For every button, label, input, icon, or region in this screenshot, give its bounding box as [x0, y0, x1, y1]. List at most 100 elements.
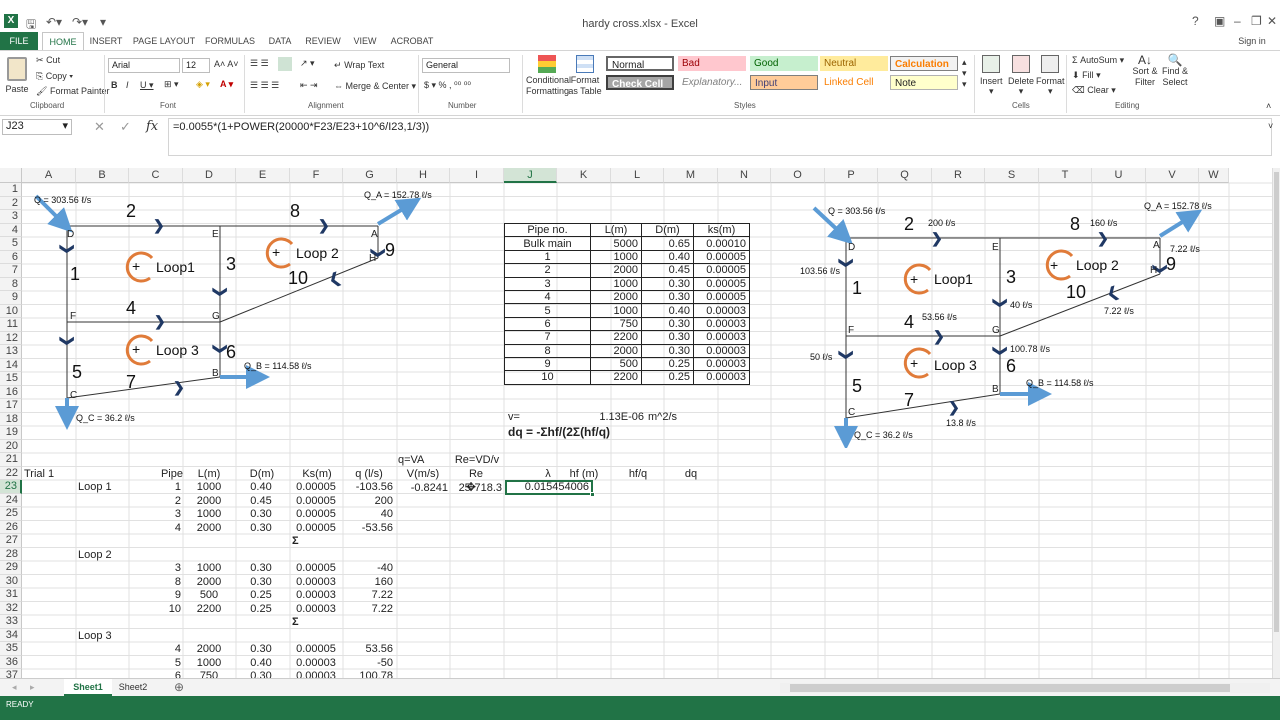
pipe-table-cell[interactable]: 500: [590, 356, 642, 372]
paste-button[interactable]: Paste: [4, 55, 30, 99]
format-as-table-button[interactable]: Format as Table: [566, 55, 604, 97]
enter-icon[interactable]: ✓: [120, 119, 131, 135]
tab-file[interactable]: FILE: [0, 32, 38, 50]
italic-button[interactable]: I: [126, 80, 129, 90]
row-header[interactable]: 15: [0, 372, 22, 386]
row-header[interactable]: 35: [0, 642, 22, 656]
loop-cell[interactable]: 9: [129, 589, 181, 602]
column-header[interactable]: S: [985, 168, 1039, 183]
sort-filter-button[interactable]: A↓ Sort & Filter: [1130, 54, 1160, 88]
loop-cell[interactable]: 4: [129, 522, 181, 535]
horizontal-scrollbar[interactable]: [780, 683, 1270, 693]
loop-cell[interactable]: 8: [129, 576, 181, 589]
row-header[interactable]: 21: [0, 453, 22, 467]
loop-cell[interactable]: 1000: [183, 508, 235, 521]
grow-font-icon[interactable]: A˄ A˅: [214, 59, 239, 69]
row-header[interactable]: 2: [0, 196, 22, 210]
underline-button[interactable]: U ▾: [140, 80, 154, 91]
column-header[interactable]: G: [343, 168, 397, 183]
fill-button[interactable]: ⬇ Fill ▾: [1072, 70, 1101, 81]
tab-view[interactable]: VIEW: [350, 32, 380, 50]
column-header[interactable]: U: [1092, 168, 1146, 183]
copy-button[interactable]: ⎘ Copy ▾: [36, 71, 73, 82]
style-explanatory[interactable]: Explanatory...: [678, 75, 746, 90]
accounting-icon[interactable]: $ ▾ % , ⁰⁰ ⁰⁰: [424, 80, 471, 91]
loop-cell[interactable]: 2: [129, 495, 181, 508]
select-all-corner[interactable]: [0, 168, 22, 183]
pipe-table-cell[interactable]: 5000: [590, 236, 642, 251]
h-scroll-thumb[interactable]: [790, 684, 1230, 692]
pipe-table-cell[interactable]: 2200: [590, 370, 642, 385]
pipe-table-cell[interactable]: 0.65: [641, 236, 694, 251]
pipe-table-cell[interactable]: 0.00005: [693, 276, 750, 291]
loop-cell[interactable]: 0.40: [236, 481, 286, 494]
next-sheet-icon[interactable]: ▸: [30, 682, 35, 693]
loop-cell[interactable]: 2000: [183, 576, 235, 589]
pipe-table-cell[interactable]: 2: [504, 263, 591, 278]
prev-sheet-icon[interactable]: ◂: [12, 682, 17, 693]
loop-cell[interactable]: 3: [129, 508, 181, 521]
pipe-table-cell[interactable]: 0.00003: [693, 303, 750, 318]
pipe-table-cell[interactable]: 7: [504, 330, 591, 345]
loop-cell[interactable]: 0.00005: [290, 562, 342, 575]
collapse-ribbon-icon[interactable]: ˄: [1266, 101, 1271, 111]
loop-cell[interactable]: 1: [129, 481, 181, 494]
loop-cell[interactable]: 0.00005: [290, 495, 342, 508]
loop-cell[interactable]: 0.30: [236, 643, 286, 656]
row-header[interactable]: 9: [0, 291, 22, 305]
loop-cell[interactable]: 0.30: [236, 522, 286, 535]
column-header[interactable]: I: [450, 168, 504, 183]
pipe-table-cell[interactable]: 5: [504, 303, 591, 318]
loop-cell[interactable]: 1000: [183, 481, 235, 494]
loop-cell[interactable]: 0.45: [236, 495, 286, 508]
column-header[interactable]: K: [557, 168, 611, 183]
pipe-table-cell[interactable]: 0.00003: [693, 316, 750, 332]
loop-cell[interactable]: 40: [343, 508, 393, 521]
style-calculation[interactable]: Calculation: [890, 56, 958, 71]
fill-color-icon[interactable]: ◈ ▾: [196, 79, 210, 90]
loop-cell[interactable]: 0.00005: [290, 481, 342, 494]
pipe-table-cell[interactable]: 0.30: [641, 289, 694, 305]
styles-scroll-icon[interactable]: ▴ ▾ ▾: [962, 57, 967, 90]
pipe-table-cell[interactable]: 0.00005: [693, 249, 750, 265]
loop-cell[interactable]: 0.00003: [290, 657, 342, 670]
align-left-icon[interactable]: ☰ ☰ ☰: [250, 80, 279, 91]
pipe-table-cell[interactable]: 1000: [590, 276, 642, 291]
loop-cell[interactable]: 160: [343, 576, 393, 589]
loop-cell[interactable]: 10: [129, 603, 181, 616]
pipe-table-cell[interactable]: 2000: [590, 343, 642, 358]
pipe-table-cell[interactable]: 9: [504, 356, 591, 372]
align-bottom-icon[interactable]: [278, 57, 292, 71]
close-icon[interactable]: ✕: [1267, 14, 1277, 28]
column-header[interactable]: H: [397, 168, 450, 183]
style-note[interactable]: Note: [890, 75, 958, 90]
loop-cell[interactable]: 2000: [183, 643, 235, 656]
row-header[interactable]: 36: [0, 655, 22, 669]
format-painter-button[interactable]: 🖌 Format Painter: [36, 86, 109, 97]
wrap-text-button[interactable]: ↵ Wrap Text: [334, 60, 384, 71]
pipe-table-cell[interactable]: 0.00003: [693, 330, 750, 345]
column-header[interactable]: V: [1146, 168, 1199, 183]
pipe-table-cell[interactable]: 0.00010: [693, 236, 750, 251]
font-name-select[interactable]: Arial: [108, 58, 180, 73]
style-bad[interactable]: Bad: [678, 56, 746, 71]
name-box[interactable]: J23 ▾: [2, 119, 72, 135]
row-header[interactable]: 24: [0, 493, 22, 507]
loop-cell[interactable]: 2000: [183, 522, 235, 535]
loop-cell[interactable]: -40: [343, 562, 393, 575]
row-header[interactable]: 10: [0, 304, 22, 318]
pipe-table-cell[interactable]: 0.40: [641, 249, 694, 265]
loop-cell[interactable]: 0.00005: [290, 508, 342, 521]
loop-cell[interactable]: 7.22: [343, 603, 393, 616]
pipe-table-cell[interactable]: 750: [590, 316, 642, 332]
row-header[interactable]: 25: [0, 507, 22, 521]
row-header[interactable]: 29: [0, 561, 22, 575]
cell-v-23[interactable]: -0.8241: [398, 482, 448, 495]
pipe-table-cell[interactable]: 3: [504, 276, 591, 291]
tab-page-layout[interactable]: PAGE LAYOUT: [132, 32, 196, 50]
insert-cells-button[interactable]: Insert ▾: [980, 55, 1003, 97]
pipe-table-cell[interactable]: 0.30: [641, 330, 694, 345]
tab-data[interactable]: DATA: [264, 32, 296, 50]
clear-button[interactable]: ⌫ Clear ▾: [1072, 85, 1116, 96]
row-header[interactable]: 5: [0, 237, 22, 251]
